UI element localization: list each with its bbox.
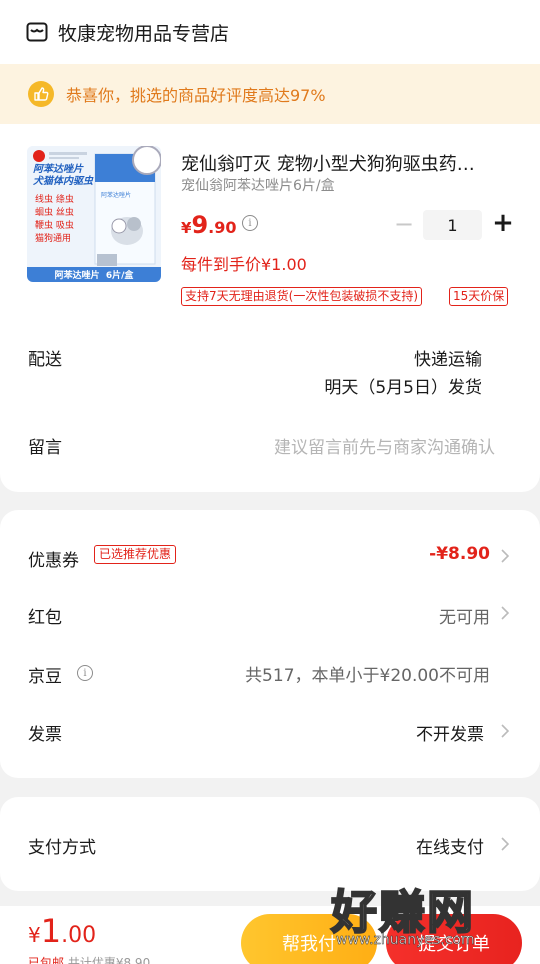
image-line1: 阿苯达唑片 <box>33 164 83 175</box>
delivery-date: 明天（5月5日）发货 <box>324 378 482 398</box>
store-icon <box>26 22 48 42</box>
invoice-value[interactable]: 不开发票 <box>416 720 484 745</box>
thumbs-up-icon <box>28 81 54 107</box>
info-icon[interactable]: i <box>77 665 93 681</box>
payment-label: 支付方式 <box>28 838 96 858</box>
price-symbol: ¥ <box>181 219 192 237</box>
chevron-right-icon[interactable] <box>500 837 510 851</box>
delivery-method[interactable]: 快递运输 <box>414 345 482 370</box>
watermark-url: www.zhuanyes.com <box>336 932 475 949</box>
red-packet-label: 红包 <box>28 608 62 628</box>
unit-price: 每件到手价¥1.00 <box>181 255 307 274</box>
product-spec: 宠仙翁阿苯达唑片6片/盒 <box>181 178 335 194</box>
message-label: 留言 <box>28 438 62 458</box>
image-item: 猫狗通用 <box>35 234 72 244</box>
jingdou-value: 共517，本单小于¥20.00不可用 <box>245 666 490 686</box>
free-shipping-label: 已包邮 <box>28 956 65 964</box>
coupon-label: 优惠券 <box>28 551 79 571</box>
delivery-label: 配送 <box>28 350 62 370</box>
red-packet-value[interactable]: 无可用 <box>439 603 490 628</box>
total-price: ¥1.00 <box>28 912 96 950</box>
savings-text: 已包邮 共计优惠¥8.90 <box>28 954 150 964</box>
invoice-label: 发票 <box>28 725 62 745</box>
savings-amount: 共计优惠¥8.90 <box>67 956 151 964</box>
order-card: 牧康宠物用品专营店 恭喜你，挑选的商品好评度高达97% 阿苯达唑片 犬猫体内驱虫… <box>0 0 540 492</box>
rating-banner: 恭喜你，挑选的商品好评度高达97% <box>0 64 540 124</box>
price-decimal: .90 <box>208 218 237 237</box>
price-protection-tag: 15天价保 <box>449 287 509 306</box>
coupon-badge: 已选推荐优惠 <box>94 545 177 564</box>
image-item: 鞭虫 吸虫 <box>35 221 74 231</box>
message-input[interactable]: 建议留言前先与商家沟通确认 <box>274 433 495 458</box>
jingdou-label: 京豆 <box>28 667 62 687</box>
product-title[interactable]: 宠仙翁叮灭 宠物小型犬狗狗驱虫药… <box>181 150 511 176</box>
info-icon[interactable]: i <box>242 215 258 231</box>
decrease-quantity-button[interactable]: − <box>394 212 414 238</box>
product-price: ¥9.90 <box>181 211 236 239</box>
chevron-right-icon[interactable] <box>500 549 510 563</box>
store-header[interactable]: 牧康宠物用品专营店 <box>0 0 540 64</box>
increase-quantity-button[interactable]: + <box>491 210 515 238</box>
image-box-label: 阿苯达唑片 <box>101 192 132 199</box>
store-name: 牧康宠物用品专营店 <box>58 22 230 45</box>
price-integer: 9 <box>191 211 209 239</box>
product-image[interactable]: 阿苯达唑片 犬猫体内驱虫 线虫 绦虫 蛔虫 丝虫 鞭虫 吸虫 猫狗通用 阿苯达唑… <box>27 146 161 282</box>
payment-value[interactable]: 在线支付 <box>416 833 484 858</box>
image-line2: 犬猫体内驱虫 <box>33 176 93 187</box>
total-symbol: ¥ <box>28 923 41 947</box>
return-policy-tag: 支持7天无理由退货(一次性包装破损不支持) <box>181 287 422 306</box>
image-bottom: 阿苯达唑片 6片/盒 <box>54 271 134 281</box>
total-integer: 1 <box>40 912 62 950</box>
coupon-value[interactable]: -¥8.90 <box>429 544 490 564</box>
total-decimal: .00 <box>61 923 97 948</box>
chevron-right-icon[interactable] <box>500 606 510 620</box>
image-item: 蛔虫 丝虫 <box>35 208 74 218</box>
chevron-right-icon[interactable] <box>500 724 510 738</box>
quantity-field[interactable]: 1 <box>423 210 482 240</box>
image-item: 线虫 绦虫 <box>35 195 74 205</box>
banner-text: 恭喜你，挑选的商品好评度高达97% <box>66 86 326 105</box>
